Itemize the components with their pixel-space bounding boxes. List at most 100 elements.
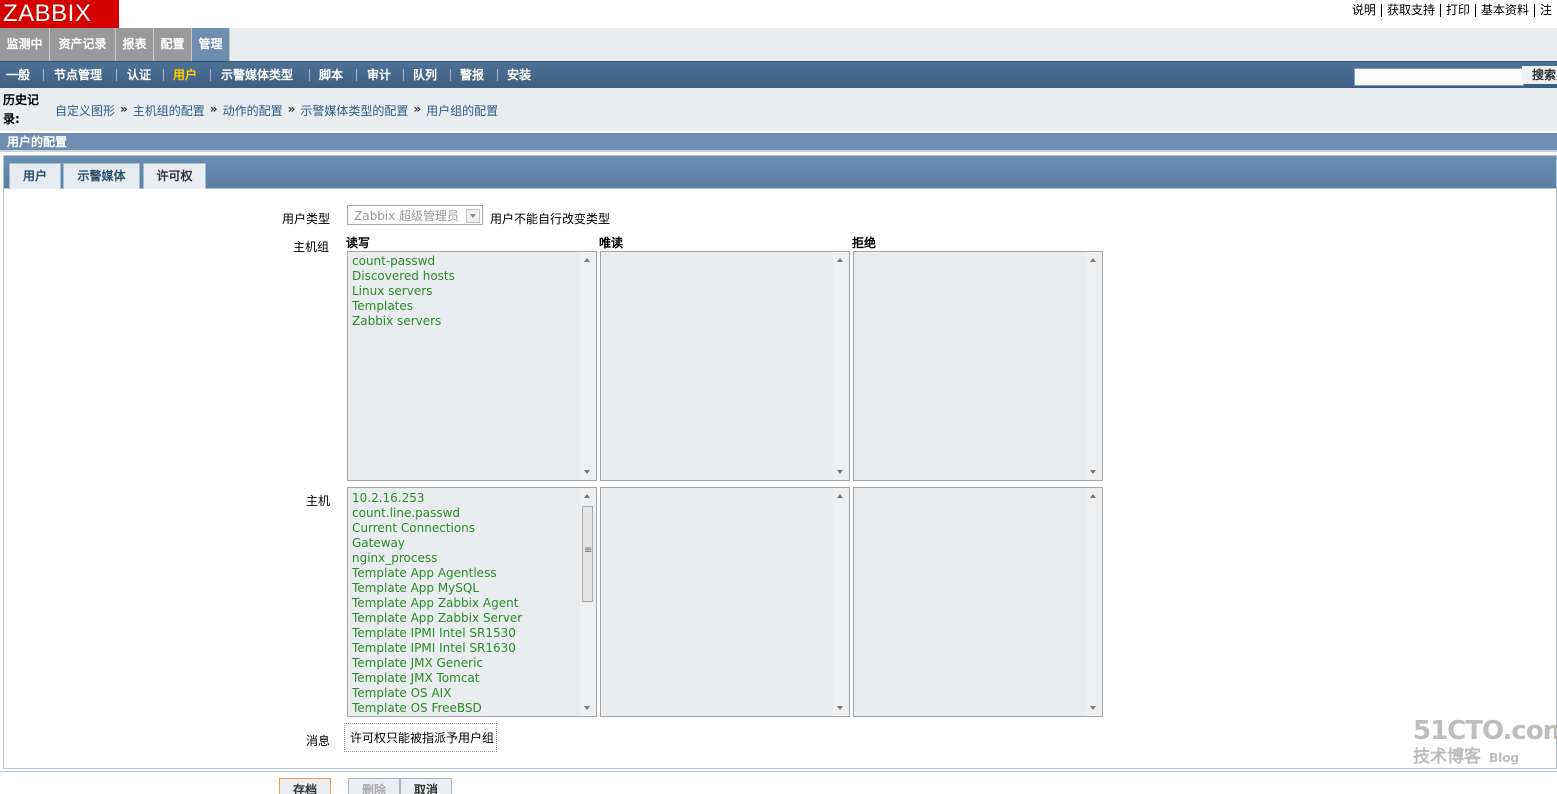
column-deny: 拒绝 (852, 236, 877, 250)
hosts-label: 主机 (306, 494, 331, 508)
scroll-up-icon[interactable] (584, 494, 590, 498)
scroll-down-icon[interactable] (1090, 706, 1096, 710)
scroll-down-icon[interactable] (584, 706, 590, 710)
scrollbar[interactable] (1086, 252, 1102, 480)
scroll-thumb[interactable] (582, 506, 593, 602)
list-item[interactable]: Template IPMI Intel SR1630 (352, 641, 522, 656)
list-item[interactable]: Zabbix servers (352, 314, 455, 329)
section-title: 用户的配置 (0, 133, 1557, 152)
scroll-down-icon[interactable] (837, 470, 843, 474)
list-item[interactable]: 10.2.16.253 (352, 491, 522, 506)
submenu-audit[interactable]: 审计 (367, 62, 391, 88)
print-link[interactable]: 打印 (1439, 4, 1475, 17)
scrollbar[interactable] (580, 252, 596, 480)
scrollbar[interactable] (1086, 488, 1102, 716)
list-item[interactable]: Linux servers (352, 284, 455, 299)
submenu-authentication[interactable]: 认证 (127, 62, 151, 88)
menu-monitoring[interactable]: 监测中 (0, 28, 50, 61)
profile-link[interactable]: 基本资料 (1474, 4, 1534, 17)
breadcrumb-item[interactable]: 示警媒体类型的配置 (300, 102, 408, 119)
scroll-down-icon[interactable] (584, 470, 590, 474)
list-item[interactable]: Template JMX Tomcat (352, 671, 522, 686)
breadcrumb: 自定义图形 » 主机组的配置 » 动作的配置 » 示警媒体类型的配置 » 用户组… (55, 102, 498, 119)
menu-configuration[interactable]: 配置 (154, 28, 192, 61)
tab-media[interactable]: 示警媒体 (63, 163, 140, 189)
list-item[interactable]: Templates (352, 299, 455, 314)
scroll-up-icon[interactable] (1090, 258, 1096, 262)
user-type-select[interactable]: Zabbix 超级管理员 (347, 205, 483, 225)
submenu-queue[interactable]: 队列 (413, 62, 437, 88)
submenu-installation[interactable]: 安装 (507, 62, 531, 88)
menu-reports[interactable]: 报表 (116, 28, 154, 61)
scroll-up-icon[interactable] (584, 258, 590, 262)
scrollbar[interactable] (580, 488, 596, 716)
sub-menu: 一般 节点管理 认证 用户 示警媒体类型 脚本 审计 队列 警报 安装 搜索 (0, 61, 1557, 88)
list-item[interactable]: Current Connections (352, 521, 522, 536)
hosts-rw-list[interactable]: 10.2.16.253 count.line.passwd Current Co… (347, 487, 597, 717)
breadcrumb-separator: » (287, 102, 296, 116)
submenu-general[interactable]: 一般 (6, 62, 30, 88)
host-groups-rw-list[interactable]: count-passwd Discovered hosts Linux serv… (347, 251, 597, 481)
menu-inventory[interactable]: 资产记录 (50, 28, 116, 61)
host-groups-ro-list[interactable] (600, 251, 850, 481)
breadcrumb-item[interactable]: 自定义图形 (55, 102, 115, 119)
submenu-nodes[interactable]: 节点管理 (54, 62, 102, 88)
breadcrumb-separator: » (209, 102, 218, 116)
list-item[interactable]: count.line.passwd (352, 506, 522, 521)
logout-link[interactable]: 注 (1533, 4, 1557, 17)
tab-user[interactable]: 用户 (9, 163, 61, 189)
scroll-up-icon[interactable] (837, 258, 843, 262)
submenu-scripts[interactable]: 脚本 (319, 62, 343, 88)
breadcrumb-item[interactable]: 用户组的配置 (426, 102, 498, 119)
scroll-down-icon[interactable] (1090, 470, 1096, 474)
search-input[interactable] (1354, 68, 1524, 86)
hosts-ro-list[interactable] (600, 487, 850, 717)
help-link[interactable]: 说明 (1347, 4, 1381, 17)
search-button[interactable]: 搜索 (1522, 66, 1557, 84)
watermark-text: 技术博客 (1413, 747, 1481, 767)
submenu-separator (356, 69, 357, 81)
tab-permissions[interactable]: 许可权 (143, 163, 206, 189)
breadcrumb-item[interactable]: 主机组的配置 (133, 102, 205, 119)
hosts-deny-list[interactable] (853, 487, 1103, 717)
message-box: 许可权只能被指派予用户组 (344, 723, 497, 752)
submenu-separator (163, 69, 164, 81)
scrollbar[interactable] (833, 252, 849, 480)
breadcrumb-separator: » (120, 102, 128, 116)
list-item[interactable]: Discovered hosts (352, 269, 455, 284)
list-item[interactable]: Template JMX Generic (352, 656, 522, 671)
list-item[interactable]: Template App MySQL (352, 581, 522, 596)
list-item[interactable]: Gateway (352, 536, 522, 551)
scroll-up-icon[interactable] (837, 494, 843, 498)
list-item[interactable]: nginx_process (352, 551, 522, 566)
list-item[interactable]: Template App Zabbix Server (352, 611, 522, 626)
column-read-write: 读写 (346, 236, 371, 250)
column-read-only: 唯读 (599, 236, 624, 250)
message-label: 消息 (306, 734, 331, 748)
scroll-down-icon[interactable] (837, 706, 843, 710)
submenu-separator (309, 69, 310, 81)
list-item[interactable]: Template IPMI Intel SR1530 (352, 626, 522, 641)
zabbix-logo[interactable]: ZABBIX (0, 0, 119, 28)
watermark-logo: 51CTO.com 技术博客 Blog (1413, 716, 1557, 767)
host-groups-deny-list[interactable] (853, 251, 1103, 481)
menu-administration[interactable]: 管理 (192, 28, 230, 61)
list-item[interactable]: Template OS FreeBSD (352, 701, 522, 716)
submenu-separator (43, 69, 44, 81)
scrollbar[interactable] (833, 488, 849, 716)
user-type-note: 用户不能自行改变类型 (490, 212, 611, 226)
list-item[interactable]: Template OS AIX (352, 686, 522, 701)
list-item[interactable]: Template App Agentless (352, 566, 522, 581)
submenu-separator (116, 69, 117, 81)
submenu-notifications[interactable]: 警报 (460, 62, 484, 88)
submenu-separator (450, 69, 451, 81)
list-item[interactable]: Template App Zabbix Agent (352, 596, 522, 611)
breadcrumb-item[interactable]: 动作的配置 (223, 102, 283, 119)
submenu-users[interactable]: 用户 (173, 62, 197, 88)
list-item[interactable]: count-passwd (352, 254, 455, 269)
scroll-up-icon[interactable] (1090, 494, 1096, 498)
history-bar: 历史记录: 自定义图形 » 主机组的配置 » 动作的配置 » 示警媒体类型的配置… (0, 88, 1557, 131)
submenu-media-types[interactable]: 示警媒体类型 (221, 62, 293, 88)
chevron-down-icon (466, 209, 480, 223)
support-link[interactable]: 获取支持 (1380, 4, 1440, 17)
